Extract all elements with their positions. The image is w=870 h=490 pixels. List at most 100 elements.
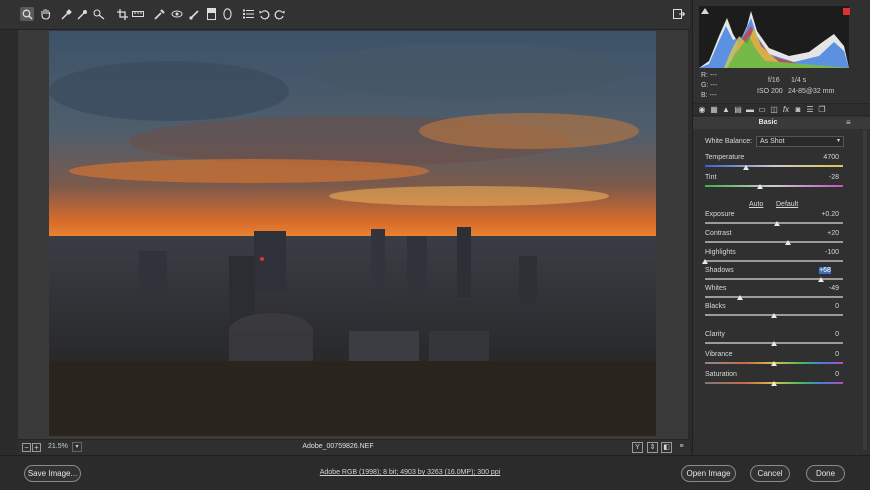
adjustment-panel: R: --- G: --- B: --- f/16 1/4 s ISO 200 … (692, 0, 870, 455)
rgb-readout-r: R: --- (701, 72, 717, 79)
rotate-right-icon[interactable] (272, 7, 286, 21)
cancel-button[interactable]: Cancel (750, 465, 790, 482)
zoom-level: 21.5% (48, 443, 68, 450)
whites-slider-thumb[interactable] (736, 295, 743, 300)
workflow-options-link[interactable]: Adobe RGB (1998); 8 bit; 4903 by 3263 (1… (270, 469, 550, 476)
zoom-out-button[interactable]: − (22, 443, 31, 452)
shadows-value[interactable]: +68 (819, 267, 831, 274)
open-image-button[interactable]: Open Image (681, 465, 736, 482)
clarity-value[interactable]: 0 (807, 331, 839, 338)
shadow-clipping-warning-icon[interactable] (701, 8, 709, 14)
radial-filter-icon[interactable] (220, 7, 234, 21)
tint-label: Tint (705, 174, 717, 181)
white-balance-tool-icon[interactable] (59, 7, 73, 21)
white-balance-select[interactable]: As Shot ▾ (756, 136, 844, 147)
histogram (699, 6, 849, 68)
clarity-label: Clarity (705, 331, 725, 338)
tint-slider-thumb[interactable] (757, 184, 764, 189)
blacks-slider-thumb[interactable] (771, 313, 777, 318)
preview-preferences-icon[interactable]: ≡ (676, 442, 687, 453)
targeted-adjustment-tool-icon[interactable] (92, 7, 106, 21)
hand-tool-icon[interactable] (38, 7, 52, 21)
toolbar (0, 0, 690, 30)
default-link[interactable]: Default (776, 201, 798, 208)
color-sampler-tool-icon[interactable] (75, 7, 89, 21)
exposure-slider-thumb[interactable] (773, 221, 780, 226)
blacks-value[interactable]: 0 (807, 303, 839, 310)
red-eye-removal-tool-icon[interactable] (170, 7, 184, 21)
contrast-slider-thumb[interactable] (784, 240, 791, 245)
temperature-label: Temperature (705, 154, 745, 161)
white-balance-value: As Shot (760, 138, 785, 145)
done-button[interactable]: Done (806, 465, 845, 482)
split-toning-tab-icon[interactable]: ▬ (745, 105, 755, 115)
tint-value[interactable]: -28 (807, 174, 839, 181)
straighten-tool-icon[interactable] (131, 7, 145, 21)
swap-settings-icon[interactable]: ⇕ (647, 442, 658, 453)
tint-slider[interactable] (705, 185, 843, 187)
white-balance-label: White Balance: (705, 138, 753, 145)
highlights-value[interactable]: -100 (807, 249, 839, 256)
shutter-speed: 1/4 s (791, 77, 807, 84)
contrast-slider[interactable] (705, 241, 843, 243)
preferences-icon[interactable] (241, 7, 255, 21)
temperature-slider[interactable] (705, 165, 843, 167)
whites-value[interactable]: -49 (807, 285, 839, 292)
contrast-value[interactable]: +20 (807, 230, 839, 237)
whites-label: Whites (705, 285, 727, 292)
temperature-slider-thumb[interactable] (743, 165, 750, 170)
highlights-slider-thumb[interactable] (702, 259, 708, 264)
crop-tool-icon[interactable] (115, 7, 129, 21)
vibrance-label: Vibrance (705, 351, 733, 358)
panel-menu-icon[interactable]: ≡ (846, 118, 851, 127)
rgb-readout-g: G: --- (701, 82, 718, 89)
spot-removal-tool-icon[interactable] (152, 7, 166, 21)
copy-settings-icon[interactable]: ◧ (661, 442, 672, 453)
rgb-readout-b: B: --- (701, 92, 717, 99)
exposure-value[interactable]: +0.20 (807, 211, 839, 218)
adjustment-brush-icon[interactable] (187, 7, 201, 21)
file-name: Adobe_00759826.NEF (302, 443, 374, 450)
whites-slider[interactable] (705, 296, 843, 298)
transform-tab-icon[interactable]: ◫ (769, 105, 779, 115)
basic-tab-icon[interactable]: ◉ (697, 105, 707, 115)
highlight-clipping-warning-icon[interactable] (843, 8, 850, 15)
exposure-label: Exposure (705, 211, 735, 218)
saturation-label: Saturation (705, 371, 737, 378)
before-after-toggle-icon[interactable]: Y (632, 442, 643, 453)
blacks-label: Blacks (705, 303, 726, 310)
saturation-slider-thumb[interactable] (771, 381, 777, 386)
vibrance-slider-thumb[interactable] (771, 361, 777, 366)
lens: 24-85@32 mm (788, 88, 835, 95)
panel-scrollbar[interactable] (863, 130, 867, 450)
saturation-value[interactable]: 0 (807, 371, 839, 378)
hsl-tab-icon[interactable]: ▤ (733, 105, 743, 115)
snapshots-tab-icon[interactable]: ❐ (817, 105, 827, 115)
effects-tab-icon[interactable]: fx (781, 105, 791, 115)
zoom-in-button[interactable]: + (32, 443, 41, 452)
iso: ISO 200 (757, 88, 783, 95)
detail-tab-icon[interactable]: ▲ (721, 105, 731, 115)
auto-link[interactable]: Auto (749, 201, 763, 208)
zoom-menu-button[interactable]: ▾ (72, 442, 82, 452)
vibrance-value[interactable]: 0 (807, 351, 839, 358)
temperature-value[interactable]: 4700 (807, 154, 839, 161)
fullscreen-icon[interactable] (672, 7, 686, 21)
graduated-filter-icon[interactable] (204, 7, 218, 21)
highlights-slider[interactable] (705, 260, 843, 262)
lens-corrections-tab-icon[interactable]: ▭ (757, 105, 767, 115)
highlights-label: Highlights (705, 249, 736, 256)
camera-calibration-tab-icon[interactable]: ◙ (793, 105, 803, 115)
save-image-button[interactable]: Save Image... (24, 465, 81, 482)
rotate-left-icon[interactable] (257, 7, 271, 21)
photo-preview[interactable] (49, 31, 656, 436)
chevron-down-icon: ▾ (836, 138, 840, 144)
tone-curve-tab-icon[interactable]: ▦ (709, 105, 719, 115)
footer: Save Image... Adobe RGB (1998); 8 bit; 4… (0, 455, 870, 490)
zoom-tool-icon[interactable] (20, 7, 34, 21)
section-title: Basic (758, 119, 778, 126)
clarity-slider-thumb[interactable] (771, 341, 777, 346)
basic-section-header: Basic ≡ (693, 117, 870, 129)
shadows-slider-thumb[interactable] (817, 277, 824, 282)
presets-tab-icon[interactable]: ☰ (805, 105, 815, 115)
